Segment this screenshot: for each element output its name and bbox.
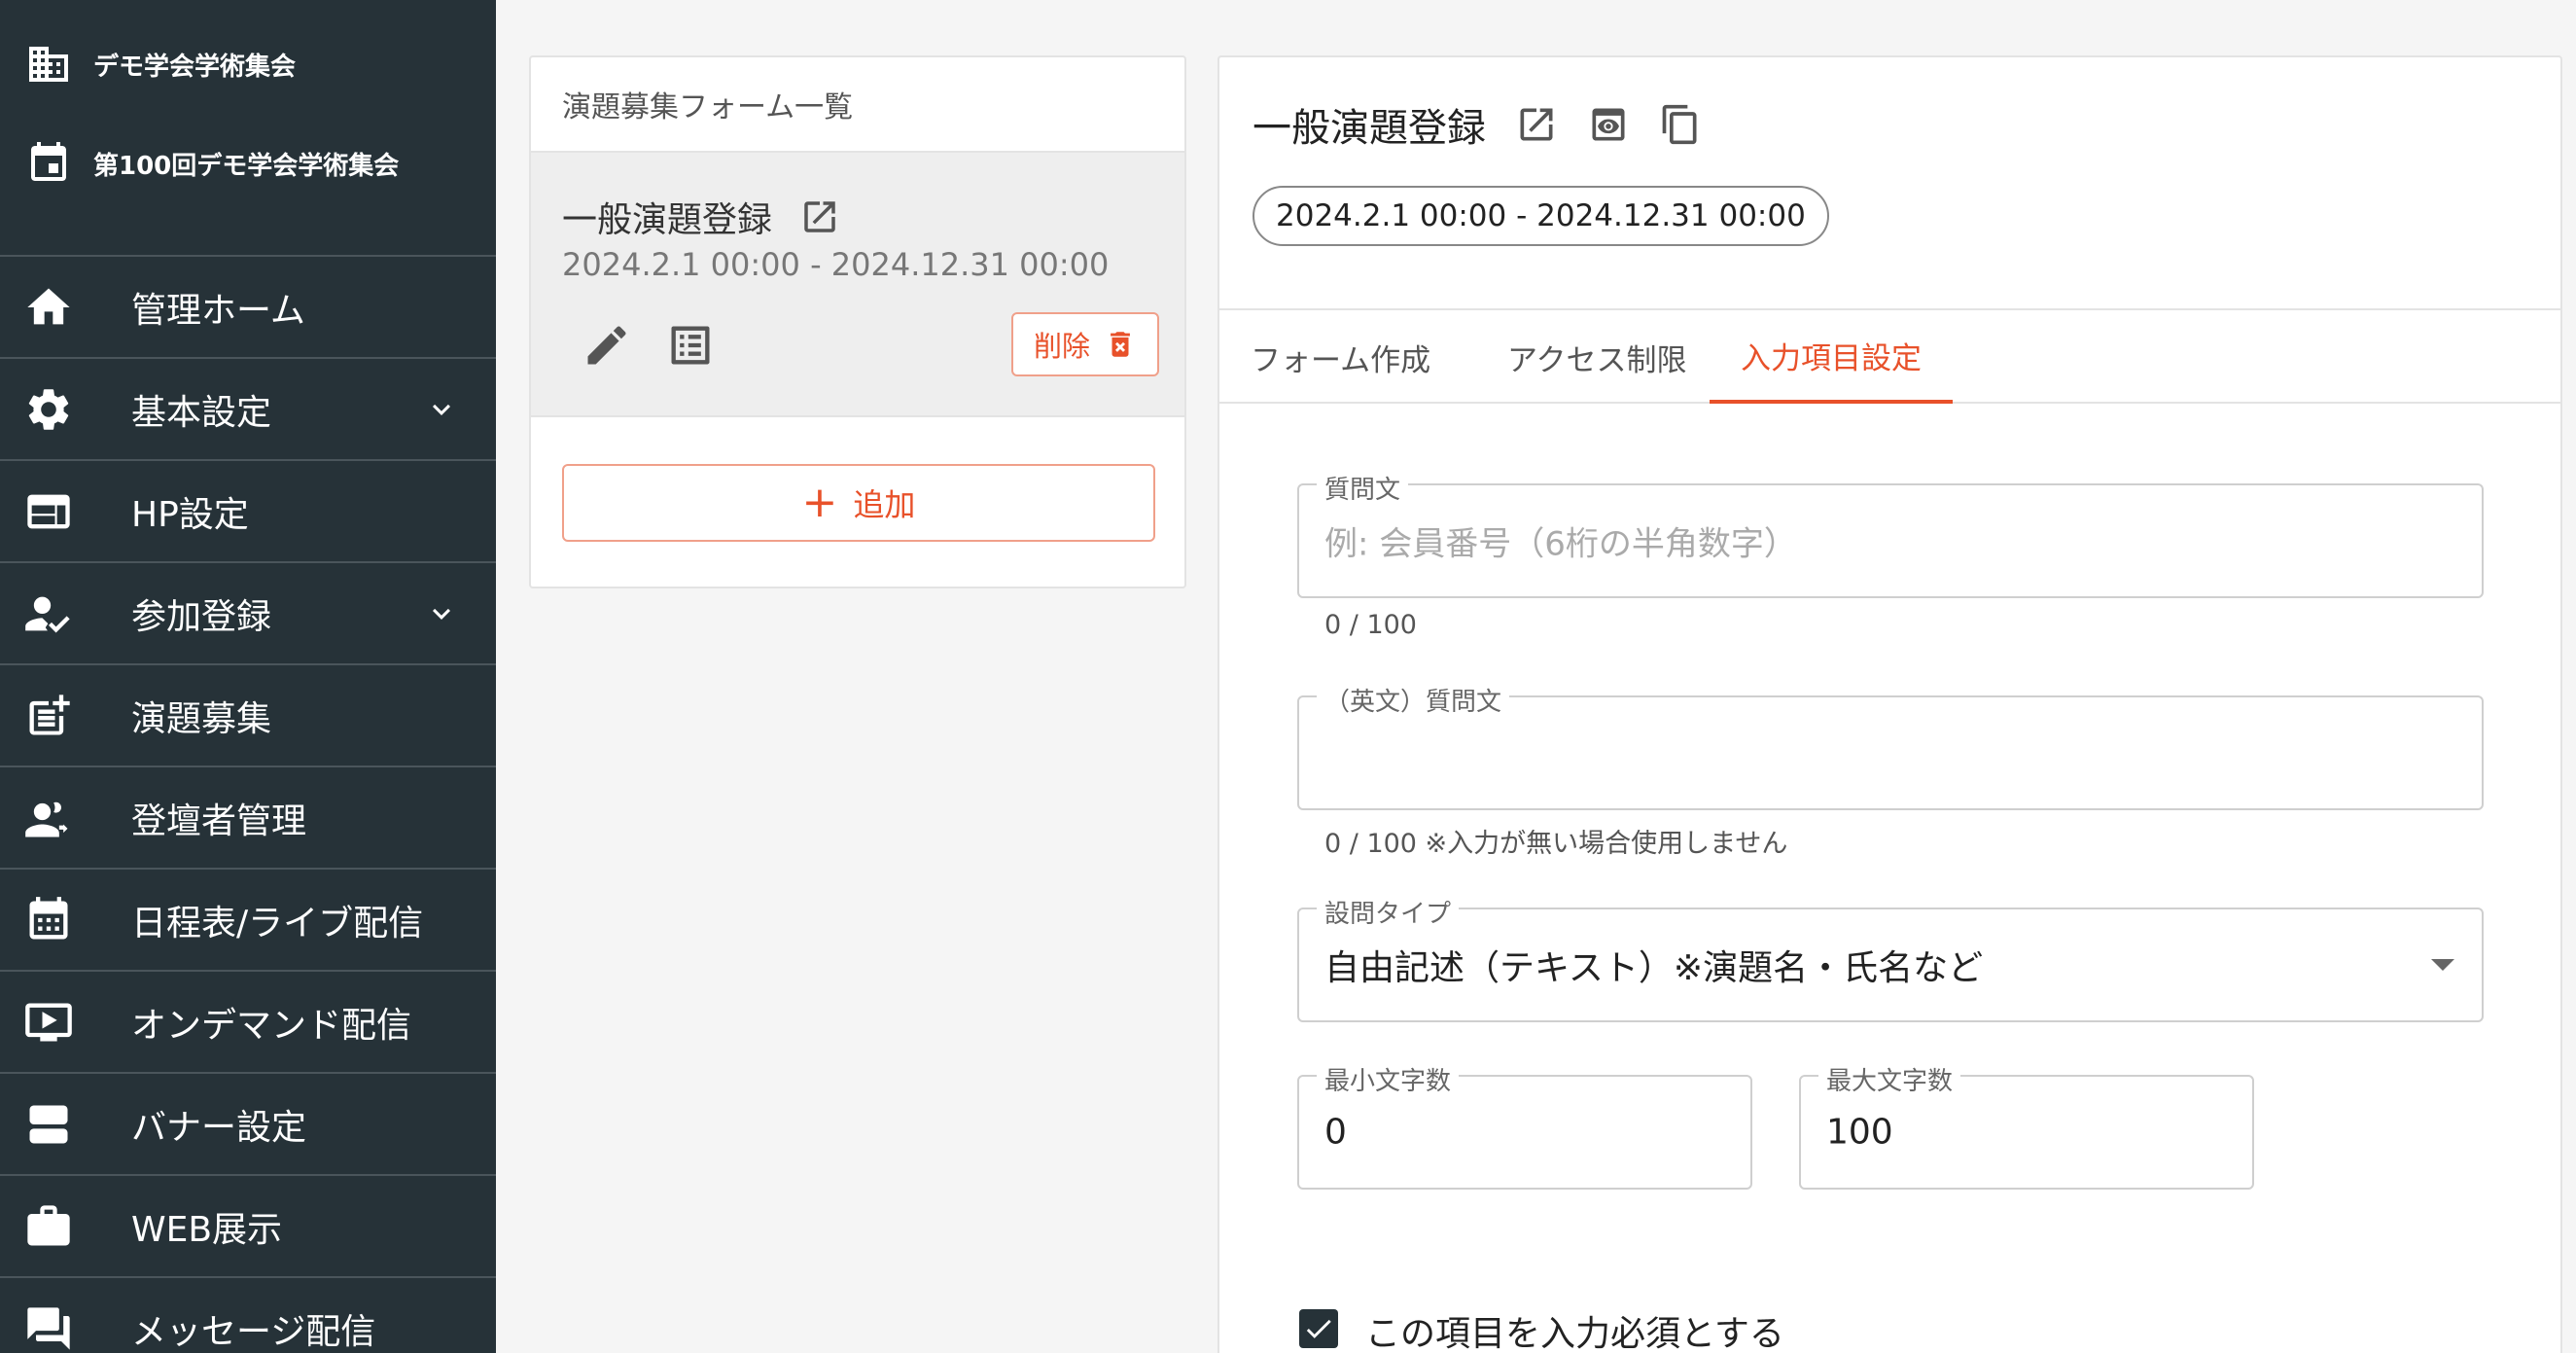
sidebar-item-home[interactable]: 管理ホーム [0, 255, 496, 357]
sidebar-item-label: メッセージ配信 [131, 1311, 376, 1352]
org-row[interactable]: デモ学会学術集会 [25, 41, 296, 88]
dropdown-arrow-icon [2431, 959, 2454, 971]
org-name: デモ学会学術集会 [93, 52, 297, 82]
min-chars-value: 0 [1324, 1112, 1347, 1153]
person-check-icon [23, 588, 74, 639]
sidebar-item-label: 演題募集 [131, 698, 272, 739]
briefcase-icon [23, 1201, 74, 1252]
sidebar-item-label: 登壇者管理 [131, 801, 307, 841]
sidebar-item-label: 基本設定 [131, 392, 272, 433]
copy-icon[interactable] [1659, 103, 1702, 146]
sidebar-item-basic-settings[interactable]: 基本設定 [0, 357, 496, 459]
form-list-panel: 演題募集フォーム一覧 一般演題登録 2024.2.1 00:00 - 2024.… [529, 55, 1186, 588]
form-detail-panel: 一般演題登録 2024.2.1 00:00 - 2024.12.31 00:00… [1217, 55, 2562, 1353]
question-type-select[interactable]: 設問タイプ 自由記述（テキスト）※演題名・氏名など [1297, 894, 2484, 1022]
min-chars-label: 最小文字数 [1317, 1061, 1460, 1097]
max-chars-field[interactable]: 最大文字数 100 [1799, 1061, 2254, 1190]
chevron-down-icon[interactable] [424, 392, 459, 427]
banner-icon [23, 1099, 74, 1150]
period-chip: 2024.2.1 00:00 - 2024.12.31 00:00 [1253, 186, 1829, 246]
tab-input-fields[interactable]: 入力項目設定 [1710, 310, 1953, 404]
add-form-button[interactable]: + 追加 [562, 464, 1155, 542]
event-calendar-icon [31, 142, 66, 181]
delete-button[interactable]: 削除 [1011, 312, 1159, 376]
sidebar-item-schedule[interactable]: 日程表/ライブ配信 [0, 868, 496, 970]
form-list-item[interactable]: 一般演題登録 2024.2.1 00:00 - 2024.12.31 00:00… [531, 153, 1184, 417]
question-counter: 0 / 100 [1324, 610, 1417, 640]
sidebar-item-label: WEB展示 [131, 1209, 283, 1250]
question-placeholder: 例: 会員番号（6桁の半角数字） [1324, 524, 1797, 564]
form-item-title: 一般演題登録 [562, 200, 773, 240]
sidebar: デモ学会学術集会 第100回デモ学会学術集会 管理ホーム 基本設定 HP設定 参… [0, 0, 496, 1353]
sidebar-item-messages[interactable]: メッセージ配信 [0, 1276, 496, 1353]
sidebar-item-banner[interactable]: バナー設定 [0, 1072, 496, 1174]
sidebar-item-speakers[interactable]: 登壇者管理 [0, 766, 496, 868]
sidebar-item-label: 参加登録 [131, 596, 272, 637]
required-label: この項目を入力必須とする [1365, 1314, 1784, 1353]
trash-icon [1111, 332, 1130, 357]
home-icon [23, 282, 74, 333]
form-list-header: 演題募集フォーム一覧 [531, 57, 1184, 153]
sidebar-item-abstracts[interactable]: 演題募集 [0, 663, 496, 766]
sidebar-item-registration[interactable]: 参加登録 [0, 561, 496, 663]
max-chars-value: 100 [1826, 1112, 1893, 1153]
plus-icon: + [801, 478, 838, 527]
chevron-down-icon[interactable] [424, 596, 459, 631]
tab-form-creation[interactable]: フォーム作成 [1219, 310, 1462, 404]
sidebar-item-web-exhibit[interactable]: WEB展示 [0, 1174, 496, 1276]
sidebar-item-label: HP設定 [131, 494, 249, 535]
post-add-icon [23, 691, 74, 741]
chat-icon [23, 1303, 74, 1353]
required-checkbox[interactable] [1299, 1309, 1338, 1348]
question-field[interactable]: 質問文 例: 会員番号（6桁の半角数字） [1297, 470, 2484, 598]
sidebar-nav: 管理ホーム 基本設定 HP設定 参加登録 演題募集 登壇者管理 日程表/ライブ配… [0, 255, 496, 1353]
sidebar-item-hp-settings[interactable]: HP設定 [0, 459, 496, 561]
sidebar-item-label: 管理ホーム [131, 290, 305, 331]
calendar-icon [23, 895, 74, 945]
question-label: 質問文 [1317, 470, 1409, 506]
tab-access-restriction[interactable]: アクセス制限 [1476, 310, 1717, 404]
open-in-new-icon[interactable] [1515, 103, 1558, 146]
detail-tabs: フォーム作成 アクセス制限 入力項目設定 [1219, 308, 2562, 404]
check-icon [1306, 1319, 1331, 1338]
gear-icon [23, 384, 74, 435]
edit-icon[interactable] [582, 320, 632, 371]
preview-icon[interactable] [1587, 103, 1630, 146]
form-item-title-row: 一般演題登録 [562, 192, 840, 242]
question-type-label: 設問タイプ [1317, 894, 1460, 930]
video-play-icon [23, 997, 74, 1048]
web-layout-icon [23, 486, 74, 537]
list-detail-icon[interactable] [665, 320, 716, 371]
question-en-counter: 0 / 100 ※入力が無い場合使用しません [1324, 829, 1788, 859]
form-item-period: 2024.2.1 00:00 - 2024.12.31 00:00 [562, 246, 1110, 283]
detail-title-row: 一般演題登録 [1253, 96, 1702, 153]
event-row[interactable]: 第100回デモ学会学術集会 [25, 140, 399, 187]
speaker-group-icon [23, 793, 74, 843]
detail-title: 一般演題登録 [1253, 106, 1486, 151]
sidebar-item-label: オンデマンド配信 [131, 1005, 412, 1046]
question-type-value: 自由記述（テキスト）※演題名・氏名など [1324, 948, 1984, 988]
min-chars-field[interactable]: 最小文字数 0 [1297, 1061, 1752, 1190]
question-en-label: （英文）質問文 [1317, 682, 1510, 718]
sidebar-item-label: バナー設定 [131, 1107, 307, 1148]
delete-label: 削除 [1033, 330, 1090, 363]
open-in-new-icon[interactable] [799, 196, 840, 237]
sidebar-item-label: 日程表/ライブ配信 [131, 903, 424, 944]
max-chars-label: 最大文字数 [1818, 1061, 1961, 1097]
event-name: 第100回デモ学会学術集会 [93, 151, 400, 181]
add-label: 追加 [853, 486, 916, 523]
question-en-field[interactable]: （英文）質問文 [1297, 682, 2484, 810]
sidebar-item-on-demand[interactable]: オンデマンド配信 [0, 970, 496, 1072]
building-icon [29, 47, 68, 82]
